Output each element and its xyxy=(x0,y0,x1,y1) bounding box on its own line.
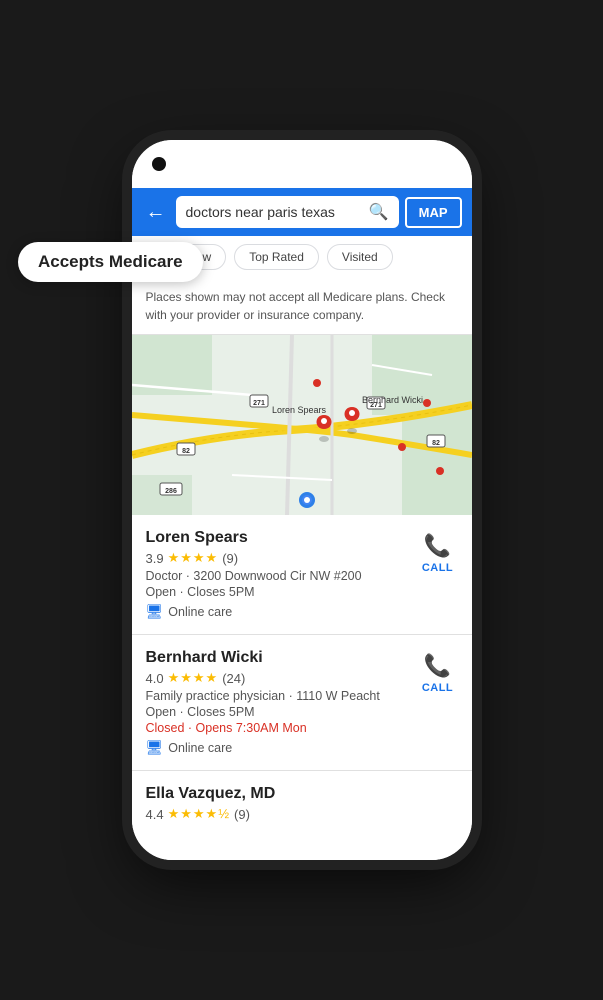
phone-icon: 📞 xyxy=(424,533,451,559)
phone-top-bar xyxy=(132,140,472,188)
result-rating-bernhard-wicki: 4.0 ★★★★ (24) xyxy=(146,670,408,686)
camera-dot xyxy=(152,157,166,171)
result-rating-loren-spears: 3.9 ★★★★ (9) xyxy=(146,550,408,566)
monitor-icon: 🖥 xyxy=(146,739,164,756)
result-detail-hours: Open · Closes 5PM xyxy=(146,585,408,599)
star-icons: ★★★★ xyxy=(168,550,219,566)
search-query-text: doctors near paris texas xyxy=(186,204,363,220)
result-detail-specialty: Family practice physician · 1110 W Peach… xyxy=(146,689,408,703)
call-label: CALL xyxy=(422,562,453,574)
search-icon: 🔍 xyxy=(369,202,389,222)
online-care-text: Online care xyxy=(168,605,232,619)
svg-text:286: 286 xyxy=(165,488,177,495)
online-care-row: 🖥 Online care xyxy=(146,603,408,620)
medicare-notice: Places shown may not accept all Medicare… xyxy=(132,278,472,335)
map-area[interactable]: 82 271 271 82 286 xyxy=(132,335,472,515)
result-info-loren-spears: Loren Spears 3.9 ★★★★ (9) Doctor · 3200 … xyxy=(146,529,408,620)
monitor-icon: 🖥 xyxy=(146,603,164,620)
accepts-medicare-pill[interactable]: Accepts Medicare xyxy=(18,242,203,282)
svg-text:82: 82 xyxy=(182,448,190,455)
result-name-bernhard-wicki[interactable]: Bernhard Wicki xyxy=(146,649,408,667)
rating-number: 3.9 xyxy=(146,551,164,566)
star-icons: ★★★★½ xyxy=(168,806,230,822)
phone-icon: 📞 xyxy=(424,653,451,679)
review-count: (9) xyxy=(234,807,250,822)
review-count: (24) xyxy=(222,671,245,686)
rating-number: 4.4 xyxy=(146,807,164,822)
map-button[interactable]: MAP xyxy=(405,197,462,228)
svg-text:271: 271 xyxy=(253,400,265,407)
online-care-row: 🖥 Online care xyxy=(146,739,408,756)
result-closed-text: Closed · Opens 7:30AM Mon xyxy=(146,721,408,735)
search-input-area[interactable]: doctors near paris texas 🔍 xyxy=(176,196,399,228)
svg-text:Loren Spears: Loren Spears xyxy=(272,405,327,415)
call-label: CALL xyxy=(422,682,453,694)
filter-visited[interactable]: Visited xyxy=(327,244,393,270)
results-list: Loren Spears 3.9 ★★★★ (9) Doctor · 3200 … xyxy=(132,515,472,860)
result-name-loren-spears[interactable]: Loren Spears xyxy=(146,529,408,547)
result-detail-address: Doctor · 3200 Downwood Cir NW #200 xyxy=(146,569,408,583)
result-name-ella-vazquez[interactable]: Ella Vazquez, MD xyxy=(146,785,458,803)
result-rating-ella-vazquez: 4.4 ★★★★½ (9) xyxy=(146,806,458,822)
call-button-loren-spears[interactable]: 📞 CALL xyxy=(418,529,458,578)
filter-top-rated[interactable]: Top Rated xyxy=(234,244,319,270)
svg-text:Bernhard Wicki: Bernhard Wicki xyxy=(362,395,423,405)
online-care-text: Online care xyxy=(168,741,232,755)
back-button[interactable]: ← xyxy=(142,197,170,228)
search-bar: ← doctors near paris texas 🔍 MAP xyxy=(132,188,472,236)
result-info-bernhard-wicki: Bernhard Wicki 4.0 ★★★★ (24) Family prac… xyxy=(146,649,408,756)
svg-text:82: 82 xyxy=(432,440,440,447)
star-icons: ★★★★ xyxy=(168,670,219,686)
scene: Accepts Medicare ← doctors near paris te… xyxy=(0,0,603,1000)
call-button-bernhard-wicki[interactable]: 📞 CALL xyxy=(418,649,458,698)
result-detail-hours: Open · Closes 5PM xyxy=(146,705,408,719)
result-item-ella-vazquez: Ella Vazquez, MD 4.4 ★★★★½ (9) xyxy=(132,771,472,822)
rating-number: 4.0 xyxy=(146,671,164,686)
result-item-loren-spears: Loren Spears 3.9 ★★★★ (9) Doctor · 3200 … xyxy=(132,515,472,635)
result-item-bernhard-wicki: Bernhard Wicki 4.0 ★★★★ (24) Family prac… xyxy=(132,635,472,771)
review-count: (9) xyxy=(222,551,238,566)
